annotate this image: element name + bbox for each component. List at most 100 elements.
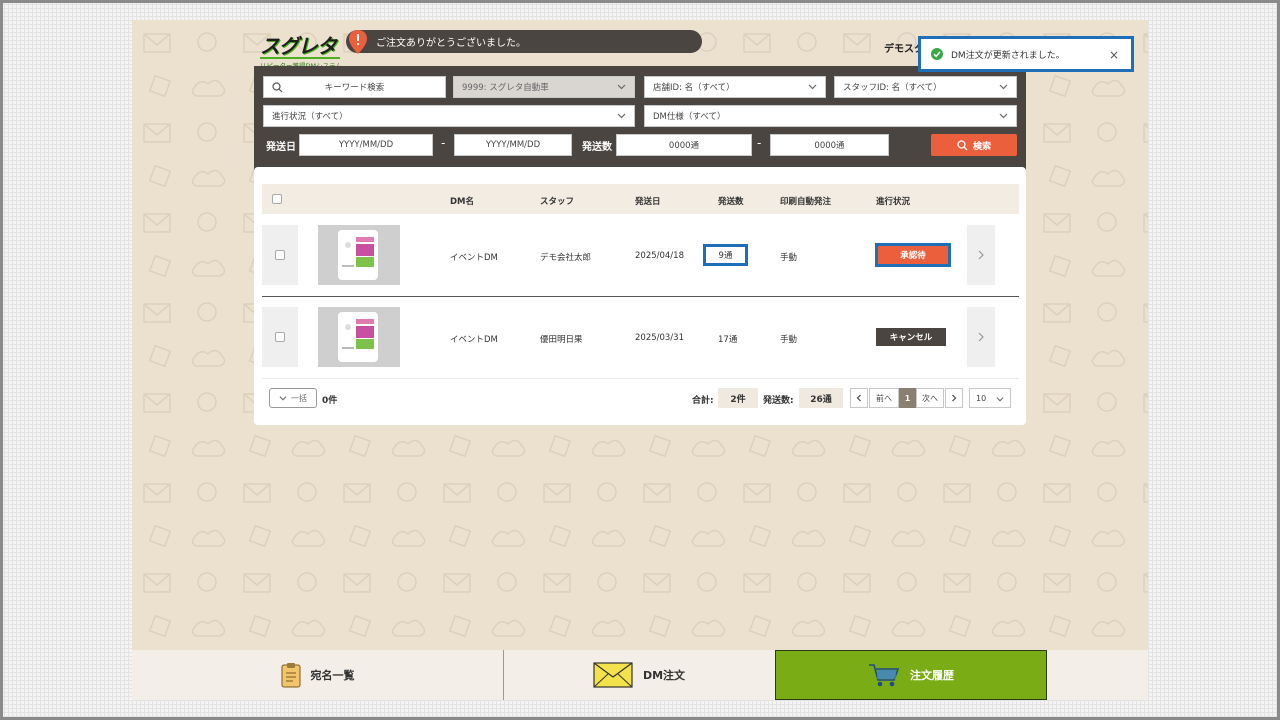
nav-address-list[interactable]: 宛名一覧	[132, 650, 503, 700]
dm-name: イベントDM	[450, 253, 498, 263]
total-label: 合計:	[692, 396, 714, 406]
nav-order-history[interactable]: 注文履歴	[775, 650, 1047, 700]
row-divider	[262, 378, 1019, 379]
status-select-value: 進行状況（すべて）	[272, 112, 348, 122]
page-last-button[interactable]	[945, 388, 963, 408]
company-select[interactable]: 9999: スグレタ自動車	[453, 76, 635, 98]
chevron-down-icon	[999, 113, 1008, 119]
clipboard-icon	[281, 663, 300, 688]
dm-name: イベントDM	[450, 335, 498, 345]
search-button[interactable]: 検索	[931, 134, 1017, 156]
bottom-nav: 宛名一覧 DM注文 注文履歴	[132, 650, 1148, 700]
header-staff: スタッフ	[540, 197, 575, 207]
auto-order: 手動	[780, 335, 798, 345]
cart-icon	[869, 664, 900, 687]
row-checkbox-cell	[262, 307, 298, 367]
row-detail-button[interactable]	[967, 225, 995, 285]
chevron-down-icon	[999, 84, 1008, 90]
chevron-down-icon	[617, 84, 626, 90]
staff-select[interactable]: スタッフID: 名（すべて）	[834, 76, 1017, 98]
select-all-checkbox[interactable]	[272, 194, 282, 204]
header-ship-date: 発送日	[635, 197, 661, 207]
envelope-icon	[593, 662, 633, 688]
keyword-placeholder: キーワード検索	[324, 83, 385, 93]
dm-spec-select[interactable]: DM仕様（すべて）	[644, 105, 1017, 127]
bulk-label: 一括	[291, 393, 307, 403]
dm-preview-image	[338, 312, 378, 362]
toast-notification: DM注文が更新されました。 ×	[918, 36, 1134, 72]
ship-count-label: 発送数	[582, 142, 612, 153]
chevron-down-icon	[279, 396, 287, 401]
total-value: 2件	[718, 388, 758, 408]
info-pin-icon	[349, 30, 367, 54]
chevron-right-icon	[952, 394, 957, 402]
order-table-card: DM名 スタッフ 発送日 発送数 印刷自動発注 進行状況 イベントDM デモ会社…	[254, 167, 1026, 425]
ship-date: 2025/03/31	[635, 333, 684, 343]
keyword-search-input[interactable]: キーワード検索	[263, 76, 446, 98]
staff-name: デモ会社太郎	[540, 253, 592, 263]
table-header: DM名 スタッフ 発送日 発送数 印刷自動発注 進行状況	[262, 184, 1019, 214]
nav-dm-order[interactable]: DM注文	[504, 650, 774, 700]
status-badge-cancel[interactable]: キャンセル	[876, 328, 946, 346]
auto-order: 手動	[780, 253, 798, 263]
bulk-action-select[interactable]: 一括	[269, 388, 317, 408]
header-status: 進行状況	[876, 197, 911, 207]
nav-label: 宛名一覧	[310, 669, 355, 682]
ship-total-label: 発送数:	[763, 396, 794, 406]
page-current[interactable]: 1	[899, 388, 916, 408]
count-to-input[interactable]: 0000通	[770, 134, 889, 156]
check-circle-icon	[931, 48, 943, 60]
dm-thumbnail[interactable]	[318, 307, 400, 367]
row-detail-button[interactable]	[967, 307, 995, 367]
page-next-button[interactable]: 次へ	[916, 388, 944, 408]
chevron-right-icon	[978, 332, 984, 342]
range-separator: -	[441, 136, 446, 150]
close-icon[interactable]: ×	[1109, 48, 1119, 62]
header-dm-name: DM名	[450, 197, 475, 207]
table-row[interactable]: イベントDM デモ会社太郎 2025/04/18 9通 手動 承認待	[262, 225, 1019, 287]
page-first-button[interactable]	[850, 388, 868, 408]
nav-label: DM注文	[642, 669, 686, 682]
selected-count: 0件	[322, 396, 338, 406]
per-page-value: 10	[976, 393, 987, 403]
ship-count: 17通	[718, 335, 738, 345]
store-select[interactable]: 店舗ID: 名（すべて）	[644, 76, 826, 98]
toast-message: DM注文が更新されました。	[951, 50, 1065, 61]
company-select-value: 9999: スグレタ自動車	[462, 83, 549, 93]
ship-total-value: 26通	[799, 388, 843, 408]
date-from-input[interactable]: YYYY/MM/DD	[299, 134, 433, 156]
staff-name: 優田明日果	[540, 335, 583, 345]
row-checkbox[interactable]	[275, 332, 285, 342]
status-badge-pending[interactable]: 承認待	[875, 243, 951, 267]
chevron-left-icon	[856, 394, 861, 402]
spec-select-value: DM仕様（すべて）	[653, 112, 726, 122]
search-icon	[957, 139, 968, 150]
dm-preview-image	[338, 230, 378, 280]
search-button-label: 検索	[972, 141, 991, 152]
row-checkbox[interactable]	[275, 250, 285, 260]
chevron-right-icon	[978, 250, 984, 260]
date-to-input[interactable]: YYYY/MM/DD	[454, 134, 572, 156]
nav-label: 注文履歴	[910, 669, 954, 682]
search-icon	[272, 82, 283, 93]
row-checkbox-cell	[262, 225, 298, 285]
count-from-input[interactable]: 0000通	[616, 134, 752, 156]
table-row[interactable]: イベントDM 優田明日果 2025/03/31 17通 手動 キャンセル	[262, 307, 1019, 369]
staff-select-value: スタッフID: 名（すべて）	[843, 83, 942, 93]
notice-banner: ご注文ありがとうございました。	[346, 30, 702, 54]
store-select-value: 店舗ID: 名（すべて）	[653, 83, 735, 93]
page-prev-button[interactable]: 前へ	[869, 388, 899, 408]
per-page-select[interactable]: 10	[969, 388, 1011, 408]
ship-date: 2025/04/18	[635, 251, 684, 261]
chevron-down-icon	[808, 84, 817, 90]
dm-thumbnail[interactable]	[318, 225, 400, 285]
header-ship-count: 発送数	[718, 197, 744, 207]
status-select[interactable]: 進行状況（すべて）	[263, 105, 635, 127]
range-separator: -	[757, 136, 762, 150]
ship-count-highlighted: 9通	[703, 244, 748, 266]
header-auto-order: 印刷自動発注	[780, 197, 832, 207]
chevron-down-icon	[617, 113, 626, 119]
app-logo[interactable]: スグレタ リピーター獲得DMシステム	[260, 30, 342, 70]
logo-text: スグレタ	[260, 34, 337, 58]
row-divider	[262, 296, 1019, 297]
